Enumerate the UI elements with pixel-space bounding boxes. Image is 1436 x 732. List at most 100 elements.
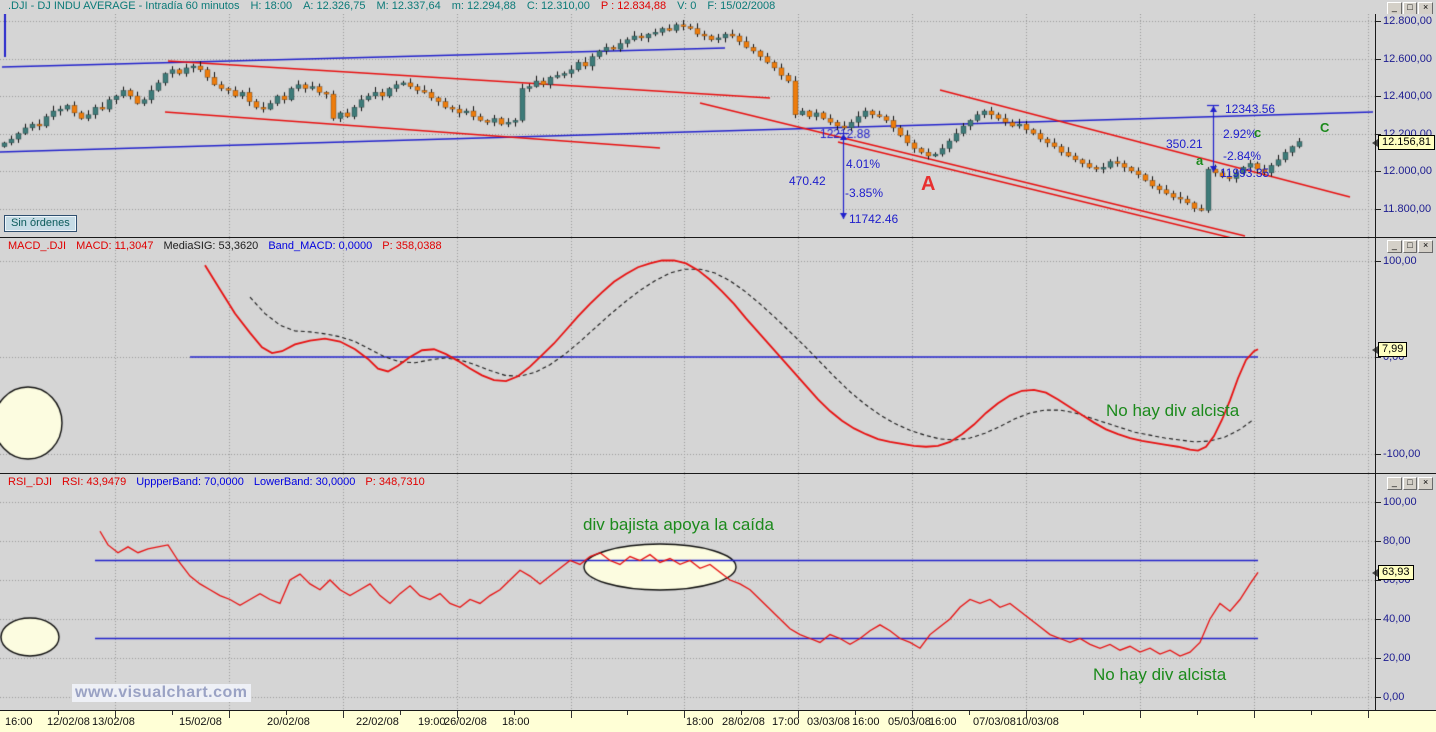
visual-chart-window: .DJI - DJ INDU AVERAGE - Intradía 60 min… <box>0 0 1436 732</box>
axis-price-marker: 7,99 <box>1371 342 1408 357</box>
axis-tick-label: 12.600,00 <box>1383 53 1432 65</box>
time-tick-major <box>684 711 685 718</box>
axis-tick-mark <box>1376 96 1381 97</box>
time-label: 18:00 <box>502 716 530 728</box>
title-segment: V: 0 <box>677 0 697 12</box>
time-label: 16:00 <box>852 716 880 728</box>
axis-tick-mark <box>1376 209 1381 210</box>
time-label: 05/03/08 <box>888 716 931 728</box>
time-tick-minor <box>1311 711 1312 715</box>
rsi-bearish-divergence-note: div bajista apoya la caída <box>583 515 774 534</box>
axis-tick-label: 100,00 <box>1383 496 1417 508</box>
title-segment: C: 12.310,00 <box>526 0 590 12</box>
axis-tick-mark <box>1376 454 1381 455</box>
time-label: 18:00 <box>686 716 714 728</box>
wave-A-label: A <box>921 173 936 195</box>
meas2-pct-up-label: 2.92% <box>1223 127 1258 141</box>
minimize-button[interactable]: _ <box>1387 477 1402 490</box>
axis-tick-mark <box>1376 541 1381 542</box>
time-tick-major <box>343 711 344 718</box>
price-overlay: Sin órdenes 470.42 4.01% -3.85% 11742.46… <box>0 14 1375 237</box>
time-label: 17:00 <box>772 716 800 728</box>
axis-tick-mark <box>1376 580 1381 581</box>
rsi-axis: 100,00 80,00 60,00 40,00 20,00 0,00 63,93 <box>1372 474 1436 710</box>
axis-tick-mark <box>1376 171 1381 172</box>
axis-tick-label: 20,00 <box>1383 652 1411 664</box>
time-label: 28/02/08 <box>722 716 765 728</box>
macd-axis: 100,00 0,00 -100,00 7,99 <box>1371 238 1436 473</box>
axis-tick-mark <box>1376 658 1381 659</box>
axis-border <box>1375 14 1376 710</box>
time-label: 03/03/08 <box>807 716 850 728</box>
price-window-controls: _ □ × <box>1387 2 1434 15</box>
axis-tick-label: -100,00 <box>1383 448 1421 460</box>
time-tick-minor <box>58 711 59 715</box>
price-axis: 12.800,00 12.600,00 12.400,00 12.200,00 12.0… <box>1372 14 1436 237</box>
axis-tick-label: 100,00 <box>1383 255 1417 267</box>
close-button[interactable]: × <box>1418 240 1434 253</box>
meas1-pct-down-label: -3.85% <box>845 186 884 200</box>
indicator-header-segment: RSI_.DJI <box>8 476 53 488</box>
meas2-bottom-label: 11993.35 <box>1220 166 1270 180</box>
title-segment: H: 18:00 <box>250 0 293 12</box>
meas1-target-label: 11742.46 <box>849 212 899 226</box>
axis-tick-mark <box>1376 357 1381 358</box>
axis-tick-label: 0,00 <box>1383 691 1405 703</box>
indicator-header-segment: MACD: 11,3047 <box>76 240 154 252</box>
visualchart-watermark: www.visualchart.com <box>72 684 251 702</box>
no-orders-button[interactable]: Sin órdenes <box>4 215 77 232</box>
time-label: 19:00 <box>418 716 446 728</box>
title-segment: A: 12.326,75 <box>303 0 366 12</box>
close-button[interactable]: × <box>1418 477 1434 490</box>
axis-tick-label: 12.000,00 <box>1383 165 1432 177</box>
title-segment: M: 12.337,64 <box>376 0 441 12</box>
meas2-pct-down-label: -2.84% <box>1223 149 1262 163</box>
axis-price-marker: 12.156,81 <box>1372 135 1435 150</box>
indicator-header-segment: MediaSIG: 53,3620 <box>163 240 259 252</box>
time-label: 26/02/08 <box>444 716 487 728</box>
time-tick-minor <box>1197 711 1198 715</box>
axis-price-marker: 63,93 <box>1372 565 1414 580</box>
axis-tick-label: 12.400,00 <box>1383 90 1432 102</box>
maximize-button[interactable]: □ <box>1402 477 1418 490</box>
indicator-header-segment: UppperBand: 70,0000 <box>136 476 244 488</box>
meas1-pct-up-label: 4.01% <box>846 157 881 171</box>
time-label: 16:00 <box>929 716 957 728</box>
time-label: 10/03/08 <box>1016 716 1059 728</box>
time-tick-minor <box>855 711 856 715</box>
title-segment: .DJI - DJ INDU AVERAGE - Intradía 60 min… <box>8 0 240 12</box>
wave-C-label: C <box>1320 120 1330 135</box>
chart-title-bar: .DJI - DJ INDU AVERAGE - Intradía 60 min… <box>0 0 1436 15</box>
maximize-button[interactable]: □ <box>1402 240 1418 253</box>
time-label: 15/02/08 <box>179 716 222 728</box>
time-label: 07/03/08 <box>973 716 1016 728</box>
indicator-header-segment: Band_MACD: 0,0000 <box>268 240 373 252</box>
axis-tick-label: 11.800,00 <box>1383 203 1432 215</box>
axis-tick-mark <box>1376 21 1381 22</box>
minimize-button[interactable]: _ <box>1387 240 1402 253</box>
time-tick-minor <box>172 711 173 715</box>
time-label: 22/02/08 <box>356 716 399 728</box>
macd-window-controls: _ □ × <box>1387 240 1434 253</box>
time-tick-minor <box>514 711 515 715</box>
indicator-header-segment: LowerBand: 30,0000 <box>253 476 356 488</box>
rsi-no-divergence-note: No hay div alcista <box>1093 665 1227 684</box>
axis-tick-mark <box>1376 697 1381 698</box>
time-tick-major <box>229 711 230 718</box>
time-axis[interactable]: 16:00 12/02/08 13/02/08 15/02/08 20/02/08 22/… <box>0 711 1436 732</box>
meas2-range-label: 350.21 <box>1166 137 1203 151</box>
meas1-range-label: 470.42 <box>789 174 826 188</box>
time-tick-major <box>1140 711 1141 718</box>
time-tick-minor <box>1083 711 1084 715</box>
indicator-header-segment: P: 348,7310 <box>365 476 425 488</box>
time-label: 12/02/08 <box>47 716 90 728</box>
title-segment: F: 15/02/2008 <box>707 0 776 12</box>
axis-tick-mark <box>1376 59 1381 60</box>
wave-c-label: c <box>1254 125 1262 140</box>
macd-chart-canvas[interactable] <box>0 238 1375 473</box>
axis-tick-label: 80,00 <box>1383 535 1411 547</box>
indicator-header-segment: RSI: 43,9479 <box>62 476 127 488</box>
time-tick-major <box>1254 711 1255 718</box>
time-tick-minor <box>969 711 970 715</box>
macd-header: MACD_.DJI MACD: 11,3047 MediaSIG: 53,3620 B… <box>8 240 452 252</box>
